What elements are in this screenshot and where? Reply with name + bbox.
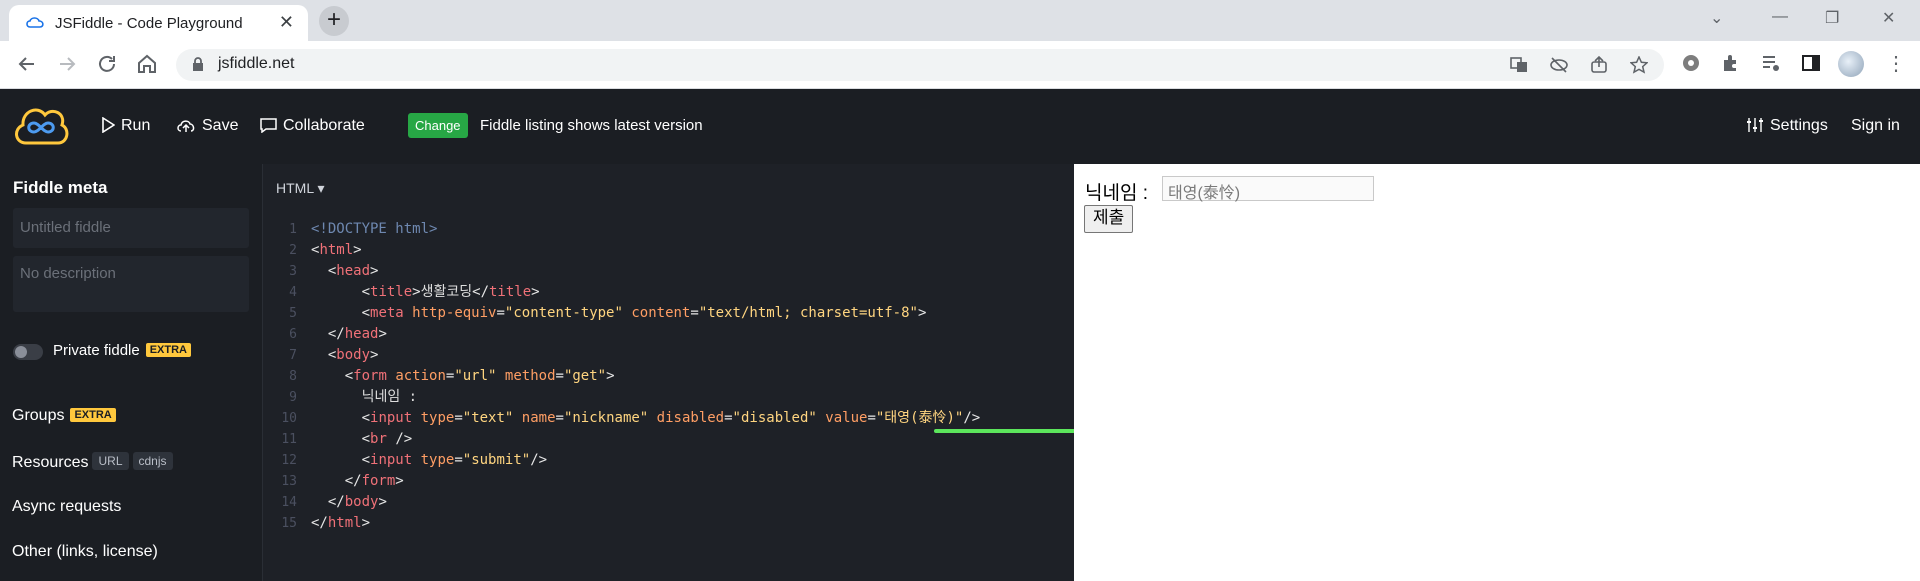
run-label: Run [121,117,151,134]
lock-icon[interactable] [192,57,204,72]
jsfiddle-logo-icon[interactable] [12,101,70,147]
collaborate-label: Collaborate [283,117,365,134]
play-icon [102,116,116,134]
minimize-icon[interactable]: — [1772,8,1788,26]
fiddle-description-input[interactable]: No description [13,256,249,312]
home-icon[interactable] [135,52,159,76]
run-button[interactable]: Run [101,116,151,135]
url-text: jsfiddle.net [218,55,295,72]
sidebar-title: Fiddle meta [13,178,108,197]
jsfiddle-header: Run Save Collaborate Change Fiddle listi… [0,89,1920,164]
code-line: 14 </body> [281,494,387,510]
profile-avatar[interactable] [1838,51,1864,77]
html-editor-panel: HTML ▾ 1 <!DOCTYPE html> 2 <html> 3 <head>… [262,164,1286,581]
fiddle-meta-sidebar: Fiddle meta Untitled fiddle No descripti… [0,164,262,581]
browser-tab[interactable]: JSFiddle - Code Playground ✕ [9,5,308,41]
forward-icon[interactable] [55,52,79,76]
extensions-puzzle-icon[interactable] [1720,52,1742,74]
language-dropdown[interactable]: HTML ▾ [276,180,325,197]
tab-search-icon[interactable]: ⌄ [1710,8,1723,28]
nickname-label: 닉네임 : [1085,183,1148,204]
cloud-upload-icon [177,120,195,132]
close-window-icon[interactable]: ✕ [1882,8,1895,28]
change-button[interactable]: Change [408,113,468,138]
sidebar-item-resources[interactable]: Resources URL cdnjs [12,452,173,472]
settings-button[interactable]: Settings [1746,117,1828,135]
submit-button[interactable]: 제출 [1084,205,1134,233]
new-tab-button[interactable]: + [319,6,349,36]
eye-off-icon[interactable] [1550,56,1568,74]
browser-tabbar: JSFiddle - Code Playground ✕ + ⌄ — ❐ ✕ [0,0,1920,41]
fiddle-name-input[interactable]: Untitled fiddle [13,208,249,248]
private-fiddle-label: Private fiddle [53,342,140,359]
extension-gear-icon[interactable] [1680,52,1702,74]
private-fiddle-row: Private fiddle EXTRA [53,342,191,359]
code-line: 6 </head> [289,326,387,342]
code-line: 8 <form action="url" method="get"> [289,368,615,384]
translate-icon[interactable] [1510,56,1528,74]
jsfiddle-favicon-icon [26,17,44,28]
code-line: 2 <html> [289,242,362,258]
listing-notice: Fiddle listing shows latest version [480,117,703,134]
nickname-input-disabled: 태영(泰怜) [1162,176,1374,202]
sign-in-link[interactable]: Sign in [1851,117,1900,135]
code-line: 3 <head> [289,263,379,279]
code-line: 7 <body> [289,347,379,363]
restore-icon[interactable]: ❐ [1825,8,1839,28]
code-line: 12 <input type="submit"/> [281,452,548,468]
collaborate-button[interactable]: Collaborate [260,117,365,135]
tab-title: JSFiddle - Code Playground [55,15,243,32]
side-panel-icon[interactable] [1800,52,1822,74]
url-chip[interactable]: URL [92,452,129,470]
sidebar-item-other[interactable]: Other (links, license) [12,543,158,561]
media-queue-icon[interactable] [1760,52,1782,74]
reload-icon[interactable] [95,52,119,76]
close-tab-icon[interactable]: ✕ [279,12,294,33]
bookmark-star-icon[interactable] [1630,56,1648,74]
settings-label: Settings [1770,117,1828,134]
private-fiddle-toggle[interactable] [13,344,43,360]
code-line: 10 <input type="text" name="nickname" di… [281,410,981,426]
address-bar[interactable]: jsfiddle.net [176,49,1664,81]
cdnjs-chip[interactable]: cdnjs [132,452,173,470]
extra-badge: EXTRA [145,343,191,357]
extra-badge: EXTRA [70,408,116,422]
caret-down-icon: ▾ [317,180,325,196]
sidebar-item-groups[interactable]: Groups EXTRA [12,407,116,425]
chat-bubble-icon [260,118,277,134]
sidebar-item-async-requests[interactable]: Async requests [12,498,121,516]
code-line: 1 <!DOCTYPE html> [289,221,438,237]
code-line: 9 닉네임 : [289,389,418,405]
code-line: 5 <meta http-equiv="content-type" conten… [289,305,927,321]
sliders-icon [1747,118,1763,132]
code-line: 15 </html> [281,515,371,531]
code-line: 13 </form> [281,473,404,489]
result-preview: 닉네임 : 태영(泰怜) 제출 [1074,164,1920,581]
code-area[interactable]: 1 <!DOCTYPE html> 2 <html> 3 <head> 4 <tit… [263,219,980,534]
resources-label: Resources [12,454,89,471]
code-line: 11 <br /> [281,431,413,447]
browser-toolbar: jsfiddle.net ⋮ [0,41,1920,89]
back-icon[interactable] [15,52,39,76]
language-label: HTML [276,180,314,196]
code-line: 4 <title>생활코딩</title> [289,284,540,300]
groups-label: Groups [12,407,65,424]
browser-menu-icon[interactable]: ⋮ [1886,51,1906,76]
share-icon[interactable] [1590,56,1608,74]
save-label: Save [202,117,239,134]
save-button[interactable]: Save [176,117,238,135]
